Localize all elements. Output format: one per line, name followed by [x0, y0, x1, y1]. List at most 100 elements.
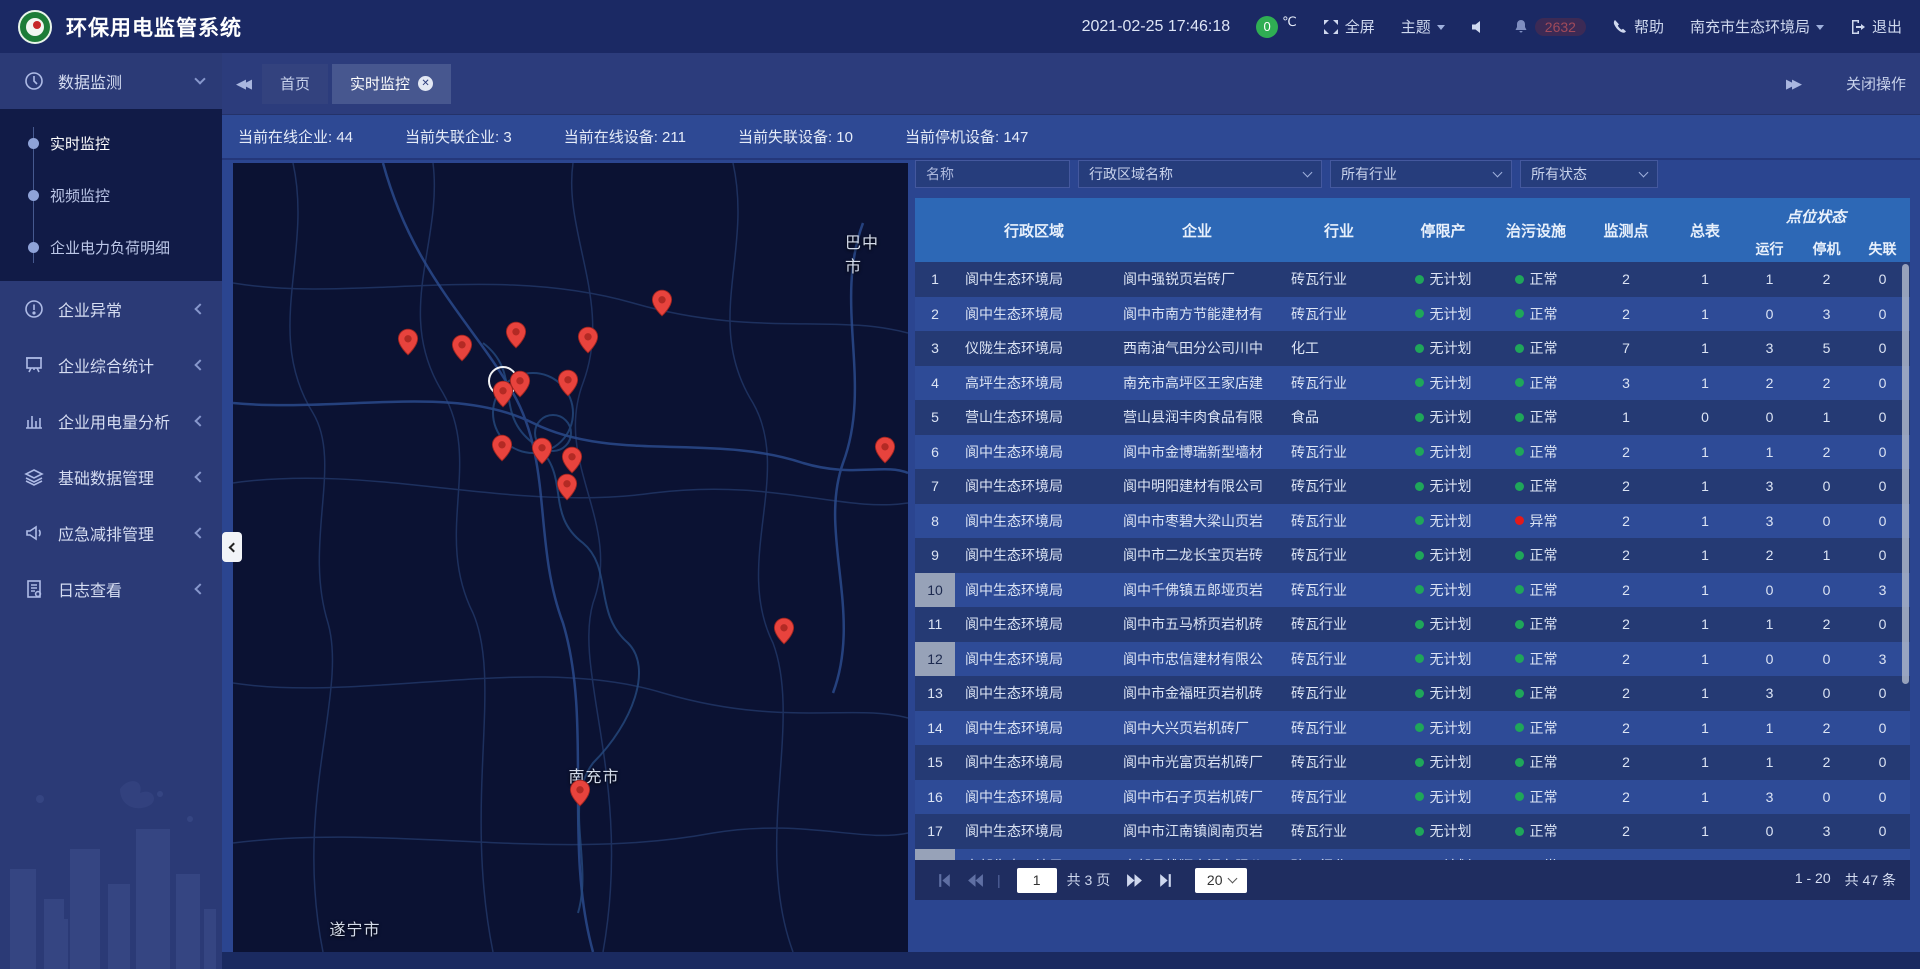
map-pin-icon[interactable] [577, 326, 599, 354]
map-pin-icon[interactable] [651, 289, 673, 317]
sidebar-item-7[interactable]: 日志查看 [0, 561, 222, 617]
map-pin-icon[interactable] [557, 369, 579, 397]
table-row[interactable]: 1阆中生态环境局阆中强锐页岩砖厂砖瓦行业无计划正常21120 [915, 262, 1910, 297]
table-row[interactable]: 5营山生态环境局营山县润丰肉食品有限食品无计划正常10010 [915, 400, 1910, 435]
cell-facility-status-value: 异常 [1530, 511, 1558, 531]
table-row[interactable]: 16阆中生态环境局阆中市石子页岩机砖厂砖瓦行业无计划正常21300 [915, 780, 1910, 815]
table-row[interactable]: 15阆中生态环境局阆中市光富页岩机砖厂砖瓦行业无计划正常21120 [915, 745, 1910, 780]
cell-stop: 5 [1798, 331, 1855, 366]
table-row[interactable]: 11阆中生态环境局阆中市五马桥页岩机砖砖瓦行业无计划正常21120 [915, 607, 1910, 642]
table-row[interactable]: 14阆中生态环境局阆中大兴页岩机砖厂砖瓦行业无计划正常21120 [915, 711, 1910, 746]
table-row[interactable]: 4高坪生态环境局南充市高坪区王家店建砖瓦行业无计划正常31220 [915, 366, 1910, 401]
fullscreen-button[interactable]: 全屏 [1323, 16, 1375, 37]
tab-close-icon[interactable]: ✕ [418, 76, 433, 91]
chevron-down-icon [1227, 874, 1237, 884]
green-status-dot-icon [1415, 516, 1424, 525]
cell-industry: 砖瓦行业 [1281, 366, 1397, 401]
table-row[interactable]: 7阆中生态环境局阆中明阳建材有限公司砖瓦行业无计划正常21300 [915, 469, 1910, 504]
name-filter[interactable] [915, 160, 1070, 188]
sidebar-subitem[interactable]: 企业电力负荷明细 [0, 221, 222, 273]
page-number-input[interactable]: 1 [1017, 868, 1057, 893]
map-pin-icon[interactable] [874, 436, 896, 464]
table-row[interactable]: 18南部生态环境局南部县雄狮水泥有限公砖瓦行业无计划正常21003 [915, 849, 1910, 861]
status-select[interactable]: 所有状态 [1520, 160, 1658, 188]
cell-meter-value: 1 [1701, 547, 1709, 563]
cell-region-value: 阆中生态环境局 [965, 821, 1063, 841]
green-status-dot-icon [1515, 482, 1524, 491]
cell-industry-value: 砖瓦行业 [1291, 269, 1347, 289]
table-row[interactable]: 3仪陇生态环境局西南油气田分公司川中化工无计划正常71350 [915, 331, 1910, 366]
org-dropdown[interactable]: 南充市生态环境局 [1690, 16, 1824, 37]
sidebar-item-label: 企业异常 [58, 297, 122, 321]
cell-stop: 0 [1798, 780, 1855, 815]
cell-facility-status-value: 正常 [1530, 373, 1558, 393]
mute-button[interactable] [1471, 19, 1487, 35]
close-operations-button[interactable]: 关闭操作 [1846, 73, 1906, 94]
table-row[interactable]: 6阆中生态环境局阆中市金博瑞新型墙材砖瓦行业无计划正常21120 [915, 435, 1910, 470]
cell-index-value: 15 [927, 754, 943, 770]
table-row[interactable]: 17阆中生态环境局阆中市江南镇阆南页岩砖瓦行业无计划正常21030 [915, 814, 1910, 849]
sidebar-item-3[interactable]: 企业综合统计 [0, 337, 222, 393]
table-row[interactable]: 8阆中生态环境局阆中市枣碧大梁山页岩砖瓦行业无计划异常21300 [915, 504, 1910, 539]
cell-points-value: 2 [1622, 754, 1630, 770]
table-row[interactable]: 9阆中生态环境局阆中市二龙长宝页岩砖砖瓦行业无计划正常21210 [915, 538, 1910, 573]
sidebar-subitem[interactable]: 视频监控 [0, 169, 222, 221]
cell-industry-value: 砖瓦行业 [1291, 683, 1347, 703]
first-page-button[interactable] [936, 872, 953, 889]
cell-stop: 0 [1798, 642, 1855, 677]
tabs-scroll-right-icon[interactable]: ▶▶ [1786, 76, 1798, 92]
map-pin-icon[interactable] [556, 473, 578, 501]
map-pin-icon[interactable] [509, 370, 531, 398]
cell-region-value: 阆中生态环境局 [965, 476, 1063, 496]
cell-company: 阆中市二龙长宝页岩砖 [1113, 538, 1281, 573]
green-status-dot-icon [1515, 447, 1524, 456]
help-button[interactable]: 帮助 [1612, 16, 1664, 37]
sidebar-item-2[interactable]: 企业异常 [0, 281, 222, 337]
next-page-button[interactable] [1126, 872, 1143, 889]
map-pin-icon[interactable] [491, 434, 513, 462]
table-row[interactable]: 10阆中生态环境局阆中千佛镇五郎垭页岩砖瓦行业无计划正常21003 [915, 573, 1910, 608]
cell-meter: 1 [1669, 745, 1741, 780]
map-pin-icon[interactable] [397, 328, 419, 356]
cell-company-value: 阆中市枣碧大梁山页岩 [1123, 511, 1263, 531]
table-scrollbar[interactable] [1902, 264, 1909, 684]
sidebar-item-4[interactable]: 企业用电量分析 [0, 393, 222, 449]
sidebar-item-1[interactable]: 数据监测 [0, 53, 222, 109]
table-row[interactable]: 2阆中生态环境局阆中市南方节能建材有砖瓦行业无计划正常21030 [915, 297, 1910, 332]
industry-select[interactable]: 所有行业 [1330, 160, 1512, 188]
sidebar-item-6[interactable]: 应急减排管理 [0, 505, 222, 561]
notifications[interactable]: 2632 [1513, 18, 1586, 36]
cell-company: 阆中市五马桥页岩机砖 [1113, 607, 1281, 642]
map-pin-icon[interactable] [451, 334, 473, 362]
cell-region: 阆中生态环境局 [955, 297, 1113, 332]
tab-实时监控[interactable]: 实时监控✕ [332, 64, 451, 104]
cell-limit-status-value: 无计划 [1430, 407, 1472, 427]
prev-page-button[interactable] [967, 872, 984, 889]
cell-company-value: 阆中市江南镇阆南页岩 [1123, 821, 1263, 841]
map-pin-icon[interactable] [773, 617, 795, 645]
cell-limit-status: 无计划 [1397, 469, 1489, 504]
region-select[interactable]: 行政区域名称 [1078, 160, 1322, 188]
last-page-button[interactable] [1157, 872, 1174, 889]
cell-index: 9 [915, 538, 955, 573]
table-row[interactable]: 12阆中生态环境局阆中市忠信建材有限公砖瓦行业无计划正常21003 [915, 642, 1910, 677]
map-pin-icon[interactable] [531, 437, 553, 465]
map-pin-icon[interactable] [561, 446, 583, 474]
map-pin-icon[interactable] [505, 321, 527, 349]
sidebar-item-5[interactable]: 基础数据管理 [0, 449, 222, 505]
tab-首页[interactable]: 首页 [262, 64, 328, 104]
theme-dropdown[interactable]: 主题 [1401, 16, 1445, 37]
cell-run: 3 [1741, 331, 1798, 366]
col-industry: 行业 [1281, 198, 1397, 262]
page-size-select[interactable]: 20 [1195, 868, 1247, 893]
sidebar-collapse-handle[interactable] [222, 532, 242, 562]
map[interactable]: 巴中市南充市遂宁市 [233, 163, 908, 952]
map-pin-icon[interactable] [569, 779, 591, 807]
logout-button[interactable]: 退出 [1850, 16, 1902, 37]
cell-run: 2 [1741, 366, 1798, 401]
table-row[interactable]: 13阆中生态环境局阆中市金福旺页岩机砖砖瓦行业无计划正常21300 [915, 676, 1910, 711]
tabs-scroll-left-icon[interactable]: ◀◀ [236, 76, 248, 92]
sidebar-subitem[interactable]: 实时监控 [0, 117, 222, 169]
name-search-input[interactable] [926, 166, 1059, 182]
cell-points-value: 2 [1622, 478, 1630, 494]
